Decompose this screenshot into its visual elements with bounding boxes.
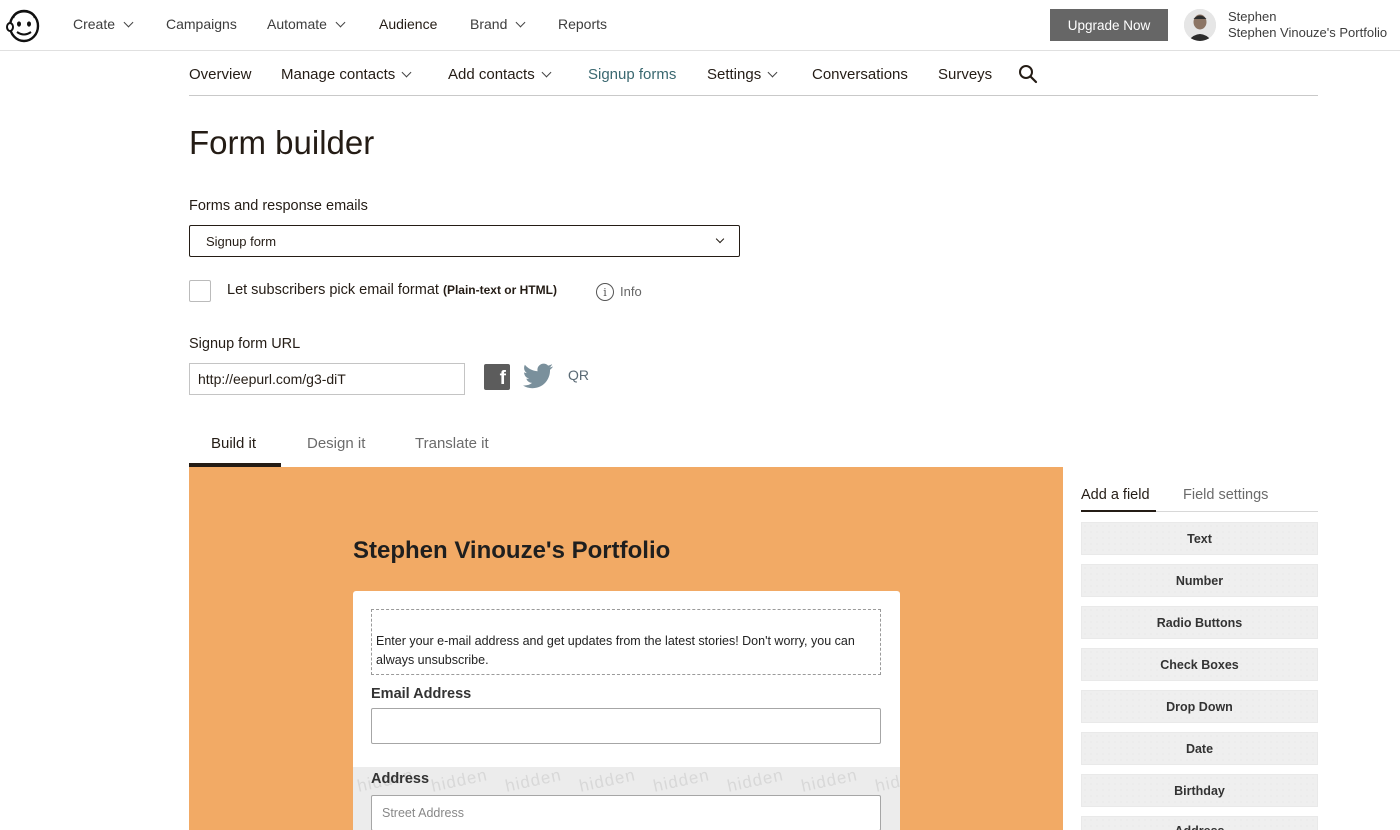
builder-tabs: Build it Design it Translate it (189, 425, 1318, 467)
add-number-field-button[interactable]: Number (1081, 564, 1318, 597)
forms-dropdown[interactable]: Signup form (189, 225, 740, 257)
signup-url-field[interactable] (189, 363, 465, 395)
upgrade-now-button[interactable]: Upgrade Now (1050, 9, 1168, 41)
topnav-brand[interactable]: Brand (470, 16, 526, 32)
topnav-reports[interactable]: Reports (558, 16, 607, 32)
forms-dropdown-value: Signup form (206, 233, 277, 249)
chevron-down-icon (541, 67, 552, 78)
chevron-down-icon (767, 67, 778, 78)
topnav-automate[interactable]: Automate (267, 16, 346, 32)
info-link[interactable]: Info (620, 284, 642, 299)
chevron-down-icon (515, 17, 526, 27)
facebook-icon[interactable]: f (484, 364, 510, 390)
email-address-label: Email Address (371, 686, 472, 702)
topnav-campaigns[interactable]: Campaigns (166, 16, 237, 32)
hidden-watermark: hidden (503, 767, 564, 796)
street-address-placeholder: Street Address (382, 806, 464, 820)
twitter-icon[interactable] (522, 362, 554, 390)
user-avatar-icon (1184, 9, 1216, 41)
hidden-watermark: hidden (577, 767, 638, 796)
subnav-signup-forms-label: Signup forms (588, 66, 677, 83)
chevron-down-icon (123, 17, 134, 27)
hidden-watermark: hidden (651, 767, 712, 796)
subnav-add-contacts[interactable]: Add contacts (448, 66, 552, 83)
subnav-add-contacts-label: Add contacts (448, 66, 535, 83)
page-title: Form builder (189, 124, 375, 161)
form-intro-text[interactable]: Enter your e-mail address and get update… (371, 609, 881, 675)
tab-design-it[interactable]: Design it (307, 435, 365, 452)
tab-add-a-field[interactable]: Add a field (1081, 487, 1150, 503)
subnav-manage-contacts[interactable]: Manage contacts (281, 66, 412, 83)
top-navigation-bar: Create Campaigns Automate Audience Brand… (0, 0, 1400, 51)
street-address-field[interactable]: Street Address (371, 795, 881, 830)
avatar[interactable] (1184, 9, 1216, 41)
topnav-campaigns-label: Campaigns (166, 16, 237, 32)
subnav-conversations-label: Conversations (812, 66, 908, 83)
chevron-down-icon (335, 17, 346, 27)
qr-code-link[interactable]: QR (568, 367, 589, 383)
subnav-overview[interactable]: Overview (189, 66, 252, 83)
chevron-down-icon (401, 67, 412, 78)
user-name[interactable]: Stephen (1228, 9, 1276, 24)
info-icon[interactable]: i (596, 283, 614, 301)
topnav-audience-label: Audience (379, 16, 438, 32)
topnav-audience[interactable]: Audience (379, 16, 437, 32)
hidden-watermark: hidden (725, 767, 786, 796)
add-check-boxes-field-button[interactable]: Check Boxes (1081, 648, 1318, 681)
search-icon[interactable] (1018, 64, 1038, 84)
subnav-manage-contacts-label: Manage contacts (281, 66, 396, 83)
hidden-watermark: hidden (429, 767, 490, 796)
topnav-brand-label: Brand (470, 16, 508, 32)
add-drop-down-field-button[interactable]: Drop Down (1081, 690, 1318, 723)
subnav-signup-forms[interactable]: Signup forms (588, 66, 676, 83)
form-heading[interactable]: Stephen Vinouze's Portfolio (353, 537, 670, 565)
subnav-surveys[interactable]: Surveys (938, 66, 992, 83)
email-address-field[interactable] (371, 708, 881, 744)
add-address-field-button[interactable]: Address (1081, 816, 1318, 830)
subnav-conversations[interactable]: Conversations (812, 66, 908, 83)
form-preview-canvas: Stephen Vinouze's Portfolio Enter your e… (189, 467, 1063, 830)
email-format-sublabel: (Plain-text or HTML) (442, 283, 557, 297)
topnav-create[interactable]: Create (73, 16, 134, 32)
subnav-surveys-label: Surveys (938, 66, 993, 83)
topnav-reports-label: Reports (558, 16, 608, 32)
forms-dropdown-label: Forms and response emails (189, 198, 368, 214)
subnav-settings[interactable]: Settings (707, 66, 778, 83)
topnav-create-label: Create (73, 16, 116, 32)
hidden-watermark: hidden (799, 767, 860, 796)
hidden-watermark: hidden (873, 767, 900, 796)
add-date-field-button[interactable]: Date (1081, 732, 1318, 765)
subnav-overview-label: Overview (189, 66, 252, 83)
add-radio-buttons-field-button[interactable]: Radio Buttons (1081, 606, 1318, 639)
chevron-down-icon (715, 234, 725, 244)
add-text-field-button[interactable]: Text (1081, 522, 1318, 555)
active-panel-tab-indicator (1081, 510, 1156, 512)
account-name[interactable]: Stephen Vinouze's Portfolio (1228, 25, 1387, 40)
form-card: Enter your e-mail address and get update… (353, 591, 900, 830)
subnav-settings-label: Settings (707, 66, 762, 83)
tab-translate-it[interactable]: Translate it (415, 435, 489, 452)
email-format-checkbox[interactable] (189, 280, 211, 302)
tab-build-it[interactable]: Build it (211, 435, 256, 452)
signup-url-label: Signup form URL (189, 336, 301, 352)
hidden-field-band[interactable]: hidden hidden hidden hidden hidden hidde… (353, 767, 900, 830)
field-panel-tabs: Add a field Field settings (1081, 484, 1318, 512)
email-format-label: Let subscribers pick email format (Plain… (227, 282, 557, 298)
add-birthday-field-button[interactable]: Birthday (1081, 774, 1318, 807)
mailchimp-logo-icon[interactable] (6, 6, 42, 44)
address-label: Address (371, 771, 430, 787)
audience-subnav: Overview Manage contacts Add contacts Si… (189, 52, 1318, 96)
topnav-automate-label: Automate (267, 16, 327, 32)
tab-field-settings[interactable]: Field settings (1183, 487, 1268, 503)
email-format-label-text: Let subscribers pick email format (227, 282, 439, 298)
